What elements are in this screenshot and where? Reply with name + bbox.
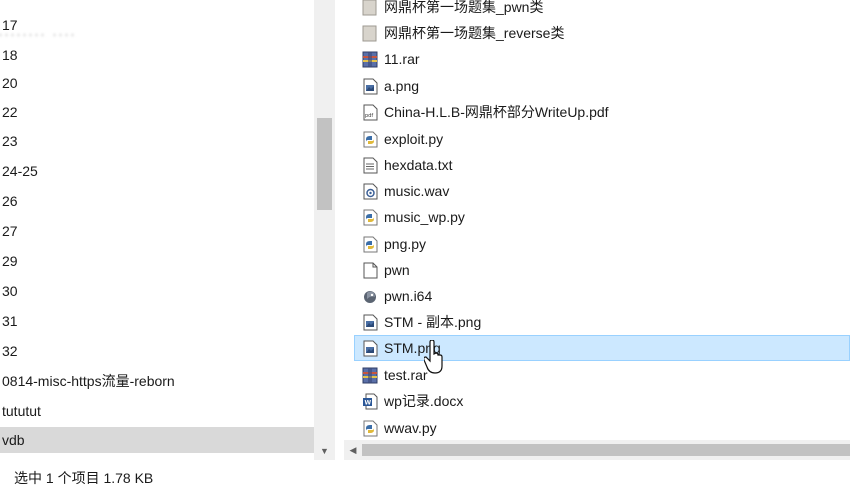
- file-name-label: pwn: [384, 262, 410, 278]
- nav-scroll-thumb[interactable]: [317, 118, 332, 210]
- file-row[interactable]: 11.rar: [354, 46, 850, 72]
- file-row[interactable]: Wwp记录.docx: [354, 388, 850, 414]
- file-row[interactable]: a.png: [354, 73, 850, 99]
- file-row[interactable]: png.py: [354, 231, 850, 257]
- nav-item-folder[interactable]: 24-25: [0, 158, 314, 184]
- nav-item-folder[interactable]: 17: [0, 12, 314, 38]
- file-row[interactable]: 网鼎杯第一场题集_reverse类: [354, 20, 850, 46]
- file-name-label: test.rar: [384, 367, 428, 383]
- folder-icon: [362, 0, 378, 16]
- file-name-label: wwav.py: [384, 420, 437, 436]
- navigation-pane: ........ .... 17 18 20 22 23 24-25 26 27…: [0, 0, 314, 460]
- file-name-label: a.png: [384, 78, 420, 94]
- svg-text:W: W: [365, 399, 372, 406]
- nav-item-folder[interactable]: 26: [0, 188, 314, 214]
- rar-archive-icon: [362, 51, 378, 68]
- nav-vertical-scrollbar[interactable]: ▼: [314, 0, 335, 460]
- file-name-label: 11.rar: [384, 51, 420, 67]
- file-row[interactable]: hexdata.txt: [354, 152, 850, 178]
- rar-archive-icon: [362, 367, 378, 384]
- nav-item-folder[interactable]: 27: [0, 218, 314, 244]
- blank-file-icon: [362, 262, 378, 279]
- nav-item-folder[interactable]: 18: [0, 42, 314, 68]
- image-file-icon: [362, 314, 378, 331]
- python-file-icon: [362, 420, 378, 437]
- file-row[interactable]: pwn: [354, 257, 850, 283]
- file-name-label: China-H.L.B-网鼎杯部分WriteUp.pdf: [384, 104, 609, 120]
- nav-item-folder[interactable]: tututut: [0, 398, 314, 424]
- nav-item-folder[interactable]: 30: [0, 278, 314, 304]
- file-name-label: STM - 副本.png: [384, 314, 482, 330]
- nav-item-folder-selected[interactable]: vdb: [0, 427, 314, 453]
- image-file-icon: [362, 78, 378, 95]
- nav-item-folder[interactable]: 20: [0, 70, 314, 96]
- file-name-label: 网鼎杯第一场题集_pwn类: [384, 0, 544, 15]
- image-file-icon: [362, 340, 378, 357]
- file-row[interactable]: pwn.i64: [354, 283, 850, 309]
- file-name-label: music_wp.py: [384, 209, 465, 225]
- file-name-label: 网鼎杯第一场题集_reverse类: [384, 25, 565, 41]
- svg-text:pdf: pdf: [365, 113, 373, 119]
- scroll-left-arrow-icon[interactable]: ◀: [346, 443, 360, 457]
- file-row[interactable]: STM - 副本.png: [354, 309, 850, 335]
- file-name-label: pwn.i64: [384, 288, 433, 304]
- horizontal-scroll-thumb[interactable]: [362, 444, 850, 456]
- python-file-icon: [362, 236, 378, 253]
- pane-splitter[interactable]: [335, 0, 354, 460]
- status-selection-text: 选中 1 个项目 1.78 KB: [14, 470, 154, 486]
- file-name-label: wp记录.docx: [384, 393, 464, 409]
- file-row[interactable]: pdf China-H.L.B-网鼎杯部分WriteUp.pdf: [354, 99, 850, 125]
- file-row[interactable]: music.wav: [354, 178, 850, 204]
- nav-item-folder[interactable]: 23: [0, 128, 314, 154]
- nav-item-folder[interactable]: 22: [0, 99, 314, 125]
- pdf-file-icon: pdf: [362, 104, 378, 121]
- word-document-icon: W: [362, 393, 378, 410]
- python-file-icon: [362, 209, 378, 226]
- mouse-cursor-hand-icon: [424, 340, 443, 374]
- ida-database-icon: [362, 288, 378, 305]
- horizontal-scrollbar[interactable]: ◀: [344, 440, 850, 460]
- file-row[interactable]: exploit.py: [354, 126, 850, 152]
- folder-icon: [362, 25, 378, 42]
- nav-item-folder[interactable]: 0814-misc-https流量-reborn: [0, 368, 314, 394]
- text-file-icon: [362, 157, 378, 174]
- file-name-label: exploit.py: [384, 131, 444, 147]
- file-name-label: png.py: [384, 236, 427, 252]
- nav-item-folder[interactable]: 29: [0, 248, 314, 274]
- python-file-icon: [362, 131, 378, 148]
- nav-item-folder[interactable]: 32: [0, 338, 314, 364]
- file-name-label: music.wav: [384, 183, 450, 199]
- file-row[interactable]: 网鼎杯第一场题集_pwn类: [354, 0, 850, 20]
- status-bar: 选中 1 个项目 1.78 KB: [0, 460, 850, 486]
- file-name-label: hexdata.txt: [384, 157, 453, 173]
- file-row[interactable]: music_wp.py: [354, 204, 850, 230]
- scroll-down-arrow-icon[interactable]: ▼: [317, 444, 332, 458]
- file-row[interactable]: wwav.py: [354, 415, 850, 441]
- audio-file-icon: [362, 183, 378, 200]
- nav-item-folder[interactable]: 31: [0, 308, 314, 334]
